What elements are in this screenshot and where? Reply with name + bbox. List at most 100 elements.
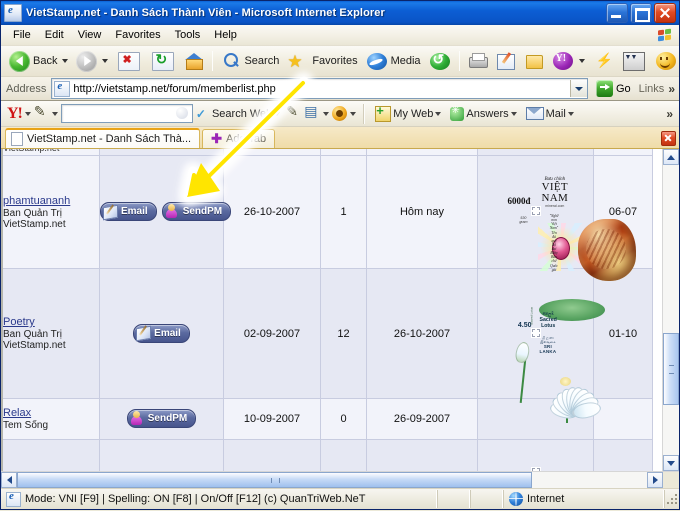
emoticons-button[interactable] — [651, 49, 680, 73]
yahoo-dropdown-icon[interactable] — [578, 59, 585, 63]
yahoo-layout-icon[interactable] — [304, 103, 320, 122]
address-input[interactable]: http://vietstamp.net/forum/memberlist.ph… — [51, 78, 588, 99]
back-icon — [9, 50, 30, 72]
favorites-button[interactable]: Favorites — [283, 49, 361, 73]
member-cell-stamp: ශ්‍රී ලංකා இலங்கை SRI LANKA නෙලුම් Sacre… — [477, 268, 605, 423]
menu-item-favorites[interactable]: Favorites — [108, 27, 167, 43]
page-icon — [54, 80, 71, 97]
highlight-pen-icon[interactable] — [34, 103, 49, 122]
scroll-right-button[interactable] — [647, 472, 663, 488]
menu-item-tools[interactable]: Tools — [168, 27, 208, 43]
member-cell-stamp — [477, 439, 594, 471]
answers-dropdown-icon[interactable] — [510, 111, 517, 116]
home-button[interactable] — [180, 49, 208, 73]
menu-item-file[interactable]: File — [6, 27, 38, 43]
my-web-dropdown-icon[interactable] — [435, 111, 442, 116]
status-zone-label: Internet — [527, 493, 565, 505]
status-blank-cell-1 — [438, 490, 471, 508]
sendpm-button[interactable]: SendPM — [126, 409, 197, 429]
print-button[interactable] — [464, 49, 492, 73]
resize-grip[interactable] — [665, 492, 679, 506]
member-cell-actions: Email — [99, 268, 224, 399]
yahoo-menu-dropdown-icon[interactable] — [24, 111, 31, 116]
horizontal-scrollbar[interactable] — [1, 471, 679, 488]
sendpm-person-icon — [130, 410, 145, 426]
add-tab-label: Add Tab — [225, 133, 267, 145]
memberlist-table: VietStamp.net phamtuananh Ban Quản Trị — [3, 149, 653, 471]
title-bar: VietStamp.net - Danh Sách Thành Viên - M… — [1, 1, 679, 25]
tab-vietstamp[interactable]: VietStamp.net - Danh Sách Thà... — [5, 128, 201, 148]
scroll-left-button[interactable] — [1, 472, 17, 488]
media-button[interactable]: Media — [362, 49, 425, 73]
layout-dropdown-icon[interactable] — [323, 111, 330, 116]
plus-icon: ✚ — [211, 131, 222, 146]
member-cell-date: 26-10-2007 — [223, 155, 321, 269]
horizontal-scroll-thumb[interactable] — [17, 472, 532, 488]
horizontal-scroll-track[interactable] — [17, 472, 647, 488]
scroll-down-button[interactable] — [663, 455, 679, 471]
answers-button[interactable]: Answers — [447, 105, 519, 122]
toolbar-overflow-icon[interactable]: » — [668, 82, 675, 96]
folder-button[interactable] — [520, 49, 548, 73]
search-web-dropdown-icon[interactable] — [274, 111, 281, 116]
back-dropdown-icon[interactable] — [62, 59, 69, 63]
toolbar-separator-2 — [458, 51, 460, 71]
yahoo-search-input[interactable] — [60, 104, 193, 123]
my-web-button[interactable]: My Web — [372, 103, 444, 123]
email-button-label: Email — [121, 206, 148, 218]
email-button-label: Email — [154, 327, 181, 339]
forward-button[interactable] — [72, 49, 112, 73]
close-tabbar-button[interactable] — [661, 131, 676, 146]
antispy-target-icon[interactable] — [332, 106, 348, 121]
member-username-link[interactable]: Poetry — [3, 316, 99, 328]
yahoo-button[interactable] — [548, 49, 589, 73]
forward-dropdown-icon[interactable] — [102, 59, 109, 63]
mail-button[interactable]: Mail — [523, 106, 577, 121]
edit-button[interactable] — [492, 49, 520, 73]
member-username-link[interactable]: phamtuananh — [3, 195, 99, 207]
internet-globe-icon — [509, 492, 523, 506]
go-button[interactable]: Go — [592, 79, 635, 98]
links-bar[interactable]: Links » — [639, 82, 679, 96]
vertical-scroll-thumb[interactable] — [663, 333, 679, 405]
status-zone-cell: Internet — [504, 490, 665, 508]
search-icon — [221, 51, 241, 71]
vertical-scrollbar[interactable] — [662, 149, 679, 471]
pen-dropdown-icon[interactable] — [51, 111, 58, 116]
address-dropdown-button[interactable] — [569, 80, 587, 97]
minimize-button[interactable] — [606, 3, 628, 23]
member-cell-posts: 12 — [320, 268, 367, 399]
member-username-link[interactable]: Relax — [3, 407, 99, 419]
scroll-up-button[interactable] — [663, 149, 679, 165]
sendpm-button[interactable]: SendPM — [161, 202, 232, 222]
menu-item-edit[interactable]: Edit — [38, 27, 71, 43]
search-web-button[interactable]: Search Web — [209, 107, 283, 121]
add-tab-button[interactable]: ✚ Add Tab — [202, 129, 276, 148]
downloads-button[interactable] — [617, 49, 651, 73]
refresh-button[interactable] — [146, 49, 180, 73]
go-arrow-icon — [595, 80, 613, 97]
menu-item-help[interactable]: Help — [207, 27, 244, 43]
sendpm-button-label: SendPM — [182, 206, 223, 218]
restore-button[interactable] — [630, 3, 652, 23]
address-bar: Address http://vietstamp.net/forum/membe… — [1, 77, 679, 101]
vertical-scroll-track[interactable] — [663, 165, 679, 455]
yahoo-pencil-icon[interactable] — [286, 103, 301, 122]
yahoo-overflow-icon[interactable]: » — [666, 107, 673, 121]
back-button[interactable]: Back — [5, 49, 72, 73]
mail-dropdown-icon[interactable] — [567, 111, 574, 116]
close-button[interactable] — [654, 3, 676, 23]
history-button[interactable] — [425, 49, 455, 73]
search-button[interactable]: Search — [217, 49, 283, 73]
email-button[interactable]: Email — [133, 323, 190, 343]
messenger-button[interactable] — [589, 49, 617, 73]
antispy-dropdown-icon[interactable] — [350, 111, 357, 116]
stop-button[interactable] — [112, 49, 146, 73]
email-button[interactable]: Email — [100, 202, 157, 222]
my-web-icon — [375, 103, 392, 122]
member-title-line1: Ban Quản Trị — [3, 329, 62, 340]
menu-item-view[interactable]: View — [71, 27, 109, 43]
ie-browser-window: VietStamp.net - Danh Sách Thành Viên - M… — [0, 0, 680, 510]
member-cell-posts — [320, 439, 367, 471]
status-ie-icon — [6, 490, 21, 507]
